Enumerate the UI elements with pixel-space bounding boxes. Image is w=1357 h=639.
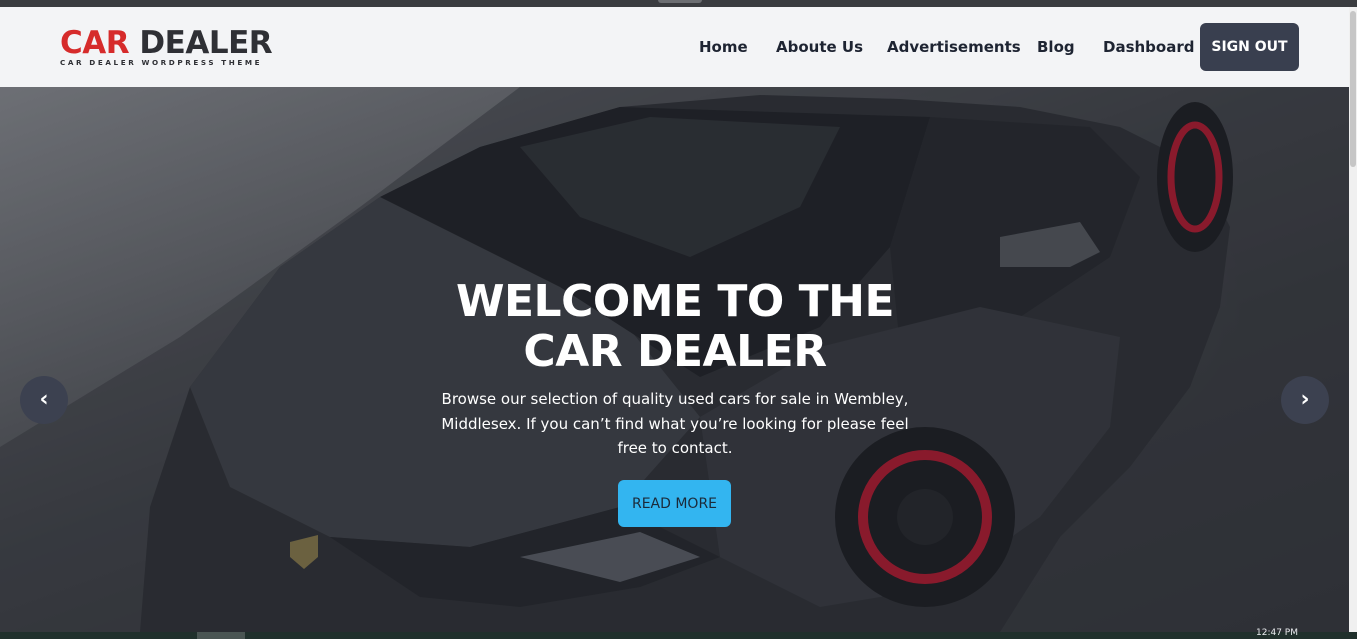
hero-carousel: WELCOME TO THE CAR DEALER Browse our sel… bbox=[0, 87, 1349, 632]
browser-tab-indicator bbox=[658, 0, 702, 3]
logo-tagline: CAR DEALER WORDPRESS THEME bbox=[60, 58, 263, 67]
nav-about[interactable]: Aboute Us bbox=[776, 37, 863, 57]
os-taskbar: 12:47 PM bbox=[0, 628, 1357, 639]
logo-dealer-text: DEALER bbox=[139, 25, 273, 61]
nav-advertisements[interactable]: Advertisements bbox=[887, 37, 1021, 57]
carousel-next-button[interactable]: › bbox=[1281, 376, 1329, 424]
nav-dashboard[interactable]: Dashboard bbox=[1103, 37, 1194, 57]
site-header: CAR DEALER CAR DEALER WORDPRESS THEME Ho… bbox=[0, 7, 1349, 87]
taskbar-app-item[interactable] bbox=[197, 632, 245, 639]
browser-top-strip bbox=[0, 0, 1357, 7]
chevron-right-icon: › bbox=[1300, 387, 1310, 412]
scrollbar-thumb[interactable] bbox=[1350, 11, 1356, 167]
logo-car-text: CAR bbox=[60, 25, 130, 61]
hero-title-line1: WELCOME TO THE bbox=[455, 276, 895, 327]
nav-home[interactable]: Home bbox=[699, 37, 748, 57]
nav-blog[interactable]: Blog bbox=[1037, 37, 1075, 57]
logo-wordmark: CAR DEALER bbox=[60, 25, 273, 61]
hero-title: WELCOME TO THE CAR DEALER bbox=[420, 277, 930, 377]
hero-description: Browse our selection of quality used car… bbox=[441, 390, 909, 457]
read-more-button[interactable]: READ MORE bbox=[618, 480, 731, 527]
carousel-prev-button[interactable]: ‹ bbox=[20, 376, 68, 424]
taskbar-clock: 12:47 PM bbox=[1256, 628, 1298, 638]
chevron-left-icon: ‹ bbox=[39, 387, 49, 412]
page-scrollbar[interactable] bbox=[1349, 7, 1357, 632]
site-logo[interactable]: CAR DEALER CAR DEALER WORDPRESS THEME bbox=[60, 25, 273, 72]
sign-out-button[interactable]: SIGN OUT bbox=[1200, 23, 1299, 71]
hero-title-line2: CAR DEALER bbox=[523, 326, 827, 377]
